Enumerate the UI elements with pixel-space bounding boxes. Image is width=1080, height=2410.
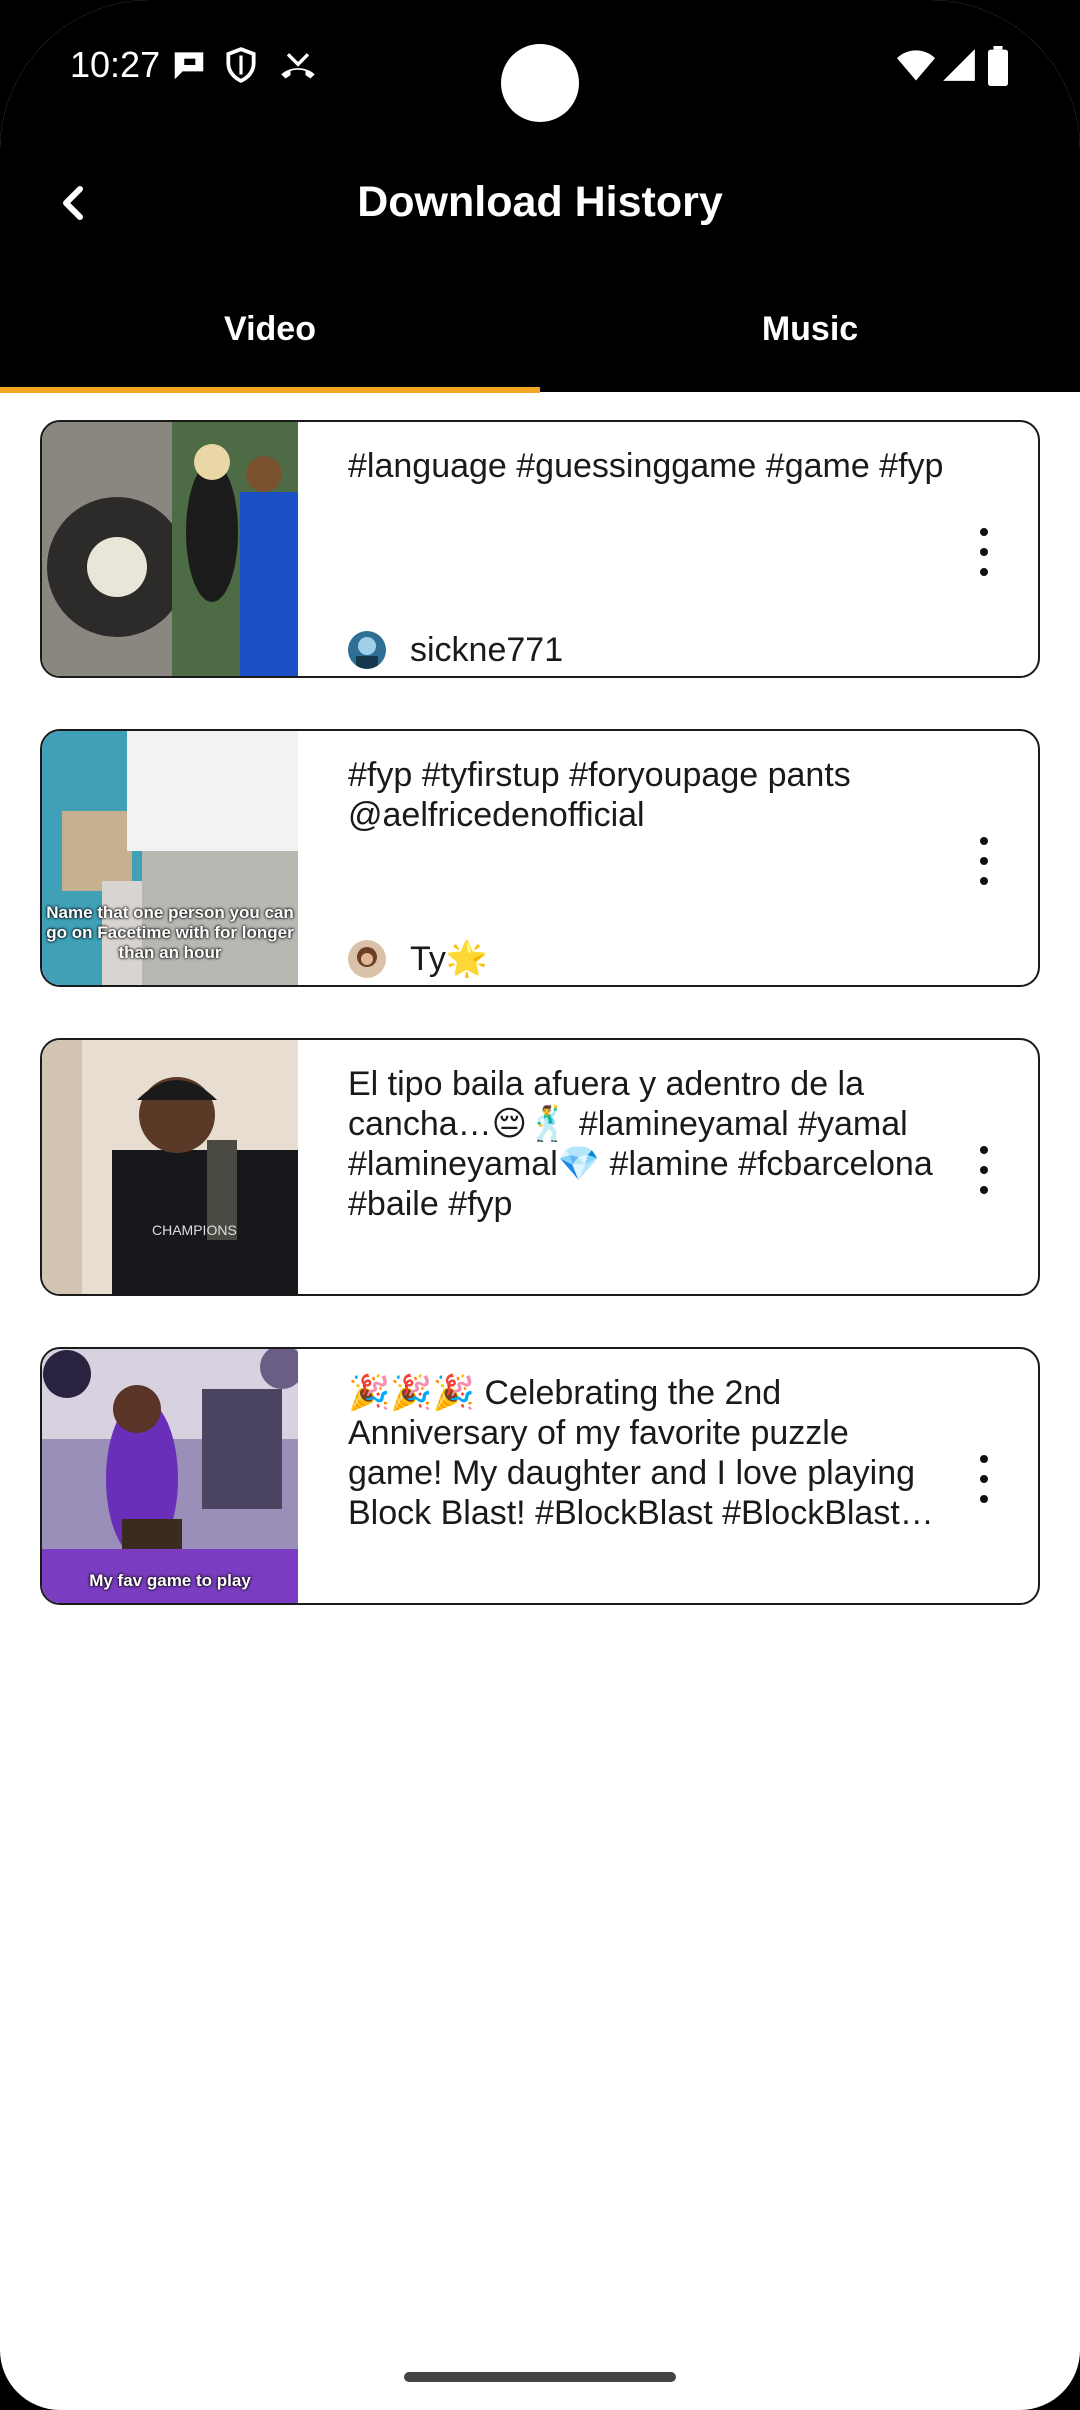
more-options-button[interactable] xyxy=(966,1140,1002,1200)
more-options-button[interactable] xyxy=(966,522,1002,582)
signal-icon xyxy=(940,46,980,86)
more-options-button[interactable] xyxy=(966,831,1002,891)
more-vert-icon xyxy=(980,1146,988,1154)
svg-text:CHAMPIONS: CHAMPIONS xyxy=(152,1222,237,1238)
author-name: Ty🌟 xyxy=(410,940,489,978)
more-vert-icon xyxy=(980,1455,988,1463)
video-thumbnail: CHAMPIONS xyxy=(42,1040,298,1294)
missed-call-icon xyxy=(278,46,318,86)
thumbnail-caption: My fav game to play xyxy=(89,1571,251,1590)
page-title: Download History xyxy=(357,178,723,226)
screen: 10:27 Download History Video Music #lang… xyxy=(0,0,1080,2410)
download-item[interactable]: Name that one person you can go on Facet… xyxy=(40,729,1040,987)
item-description: #fyp #tyfirstup #foryoupage pants @aelfr… xyxy=(348,756,851,834)
status-bar: 10:27 xyxy=(0,0,1080,130)
more-vert-icon xyxy=(980,837,988,845)
home-indicator[interactable] xyxy=(404,2372,676,2382)
battery-icon xyxy=(986,46,1026,86)
video-thumbnail: My fav game to play xyxy=(42,1349,298,1603)
download-item[interactable]: CHAMPIONS El tipo baila afuera y adentro… xyxy=(40,1038,1040,1296)
author-name: sickne771 xyxy=(410,630,564,669)
download-item[interactable]: My fav game to play 🎉🎉🎉 Celebrating the … xyxy=(40,1347,1040,1605)
more-vert-icon xyxy=(980,528,988,536)
item-description: El tipo baila afuera y adentro de la can… xyxy=(348,1065,933,1223)
more-options-button[interactable] xyxy=(966,1449,1002,1509)
camera-cutout xyxy=(501,44,579,122)
tab-indicator xyxy=(0,387,540,393)
thumbnail-caption: Name that one person you can go on Facet… xyxy=(46,903,294,962)
download-item[interactable]: #language #guessinggame #game #fyp sickn… xyxy=(40,420,1040,678)
video-thumbnail xyxy=(42,422,298,676)
wifi-icon xyxy=(895,46,935,86)
avatar xyxy=(348,631,386,669)
tab-video[interactable]: Video xyxy=(0,310,540,349)
shield-icon xyxy=(222,46,262,86)
item-author: sickne771 xyxy=(348,630,563,670)
tab-music[interactable]: Music xyxy=(540,310,1080,349)
item-author: Ty🌟 xyxy=(348,939,488,979)
chat-bubble-icon xyxy=(170,46,210,86)
item-description: 🎉🎉🎉 Celebrating the 2nd Anniversary of m… xyxy=(348,1374,916,1532)
status-time: 10:27 xyxy=(70,44,161,85)
avatar xyxy=(348,940,386,978)
item-description: #language #guessinggame #game #fyp xyxy=(348,447,944,485)
video-thumbnail: Name that one person you can go on Facet… xyxy=(42,731,298,985)
